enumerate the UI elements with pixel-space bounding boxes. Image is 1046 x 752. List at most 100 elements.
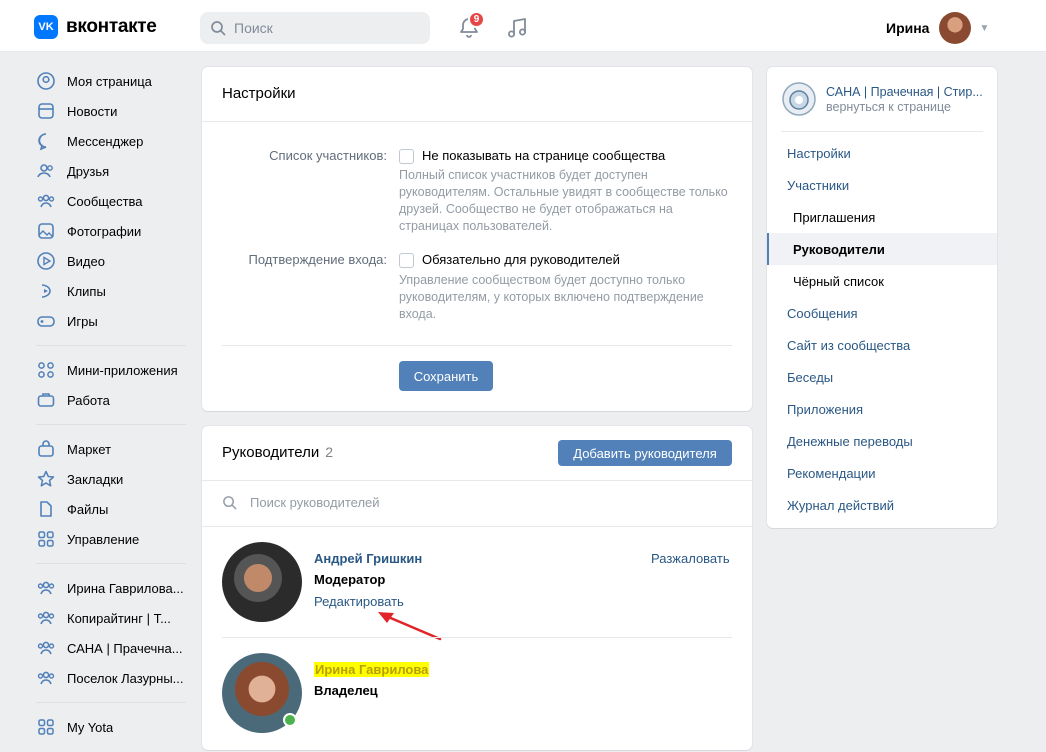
left-sidebar: Моя страница Новости Мессенджер Друзья Сообщ… (36, 66, 196, 742)
sidebar-item-label: My Yota (67, 719, 114, 735)
save-button[interactable]: Сохранить (399, 361, 493, 391)
apps-icon (36, 360, 56, 380)
header-search[interactable] (200, 12, 430, 44)
managers-count: 2 (325, 444, 333, 460)
sidebar-separator (36, 702, 186, 703)
sidebar-item-label: Моя страница (67, 73, 152, 89)
sidebar-item-label: Игры (67, 313, 98, 329)
header-search-input[interactable] (234, 20, 414, 36)
sidebar-item-label: Клипы (67, 283, 106, 299)
sidebar-separator (36, 424, 186, 425)
manager-role: Владелец (314, 683, 378, 698)
managers-header: Руководители 2 (222, 444, 333, 461)
sidebar-item-label: Закладки (67, 471, 124, 487)
vk-logo[interactable]: VK вконтакте (34, 15, 157, 39)
community-icon (36, 608, 56, 628)
community-menu-item[interactable]: Сообщения (767, 297, 997, 329)
managers-search[interactable]: Поиск руководителей (222, 495, 380, 510)
photo-icon (36, 221, 56, 241)
community-menu-item[interactable]: Денежные переводы (767, 425, 997, 457)
divider (202, 480, 752, 481)
community-logo-icon (782, 82, 816, 116)
sidebar-item[interactable]: Маркет (36, 434, 196, 464)
community-header[interactable]: САНА | Прачечная | Стир... вернуться к с… (781, 81, 984, 117)
file-icon (36, 499, 56, 519)
annotation-arrow (378, 612, 442, 641)
manager-name[interactable]: Ирина Гаврилова (314, 662, 430, 677)
sidebar-item[interactable]: Закладки (36, 464, 196, 494)
online-indicator (283, 713, 297, 727)
login-checkbox[interactable] (399, 253, 414, 268)
community-menu-item[interactable]: Журнал действий (767, 489, 997, 521)
briefcase-icon (36, 390, 56, 410)
community-menu-item[interactable]: Руководители (767, 233, 997, 265)
community-name[interactable]: САНА | Прачечная | Стир... (826, 85, 984, 99)
sidebar-item[interactable]: Видео (36, 246, 196, 276)
demote-manager-link[interactable]: Разжаловать (651, 551, 730, 566)
divider (781, 131, 983, 132)
sidebar-item[interactable]: Друзья (36, 156, 196, 186)
divider (202, 526, 752, 527)
community-menu-item[interactable]: Беседы (767, 361, 997, 393)
sidebar-item[interactable]: Ирина Гаврилова... (36, 573, 196, 603)
members-checkbox[interactable] (399, 149, 414, 164)
sidebar-item[interactable]: Сообщества (36, 186, 196, 216)
community-menu-item[interactable]: Участники (767, 169, 997, 201)
shop-icon (36, 439, 56, 459)
sidebar-item-label: Копирайтинг | Т... (67, 610, 171, 626)
top-bar: VK вконтакте 9 Ирина ▼ (0, 0, 1046, 52)
add-manager-button[interactable]: Добавить руководителя (558, 440, 732, 466)
grid-icon (36, 529, 56, 549)
sidebar-item[interactable]: Моя страница (36, 66, 196, 96)
members-hint: Полный список участников будет доступен … (399, 168, 728, 233)
message-icon (36, 131, 56, 151)
login-checkbox-label[interactable]: Обязательно для руководителей (422, 252, 620, 267)
sidebar-item-label: Друзья (67, 163, 110, 179)
sidebar-item[interactable]: Мессенджер (36, 126, 196, 156)
sidebar-item[interactable]: Работа (36, 385, 196, 415)
sidebar-item[interactable]: My Yota (36, 712, 196, 742)
community-icon (36, 638, 56, 658)
members-label: Список участников: (269, 148, 387, 163)
sidebar-item[interactable]: Игры (36, 306, 196, 336)
community-icon (36, 578, 56, 598)
sidebar-item[interactable]: САНА | Прачечна... (36, 633, 196, 663)
music-icon[interactable] (505, 16, 529, 40)
sidebar-item-label: Маркет (67, 441, 112, 457)
sidebar-item-label: Мини-приложения (67, 362, 178, 378)
community-menu-item[interactable]: Рекомендации (767, 457, 997, 489)
back-to-page-link[interactable]: вернуться к странице (826, 100, 984, 114)
sidebar-item-label: Файлы (67, 501, 109, 517)
community-menu-card: САНА | Прачечная | Стир... вернуться к с… (767, 67, 997, 528)
sidebar-item[interactable]: Поселок Лазурны... (36, 663, 196, 693)
community-menu-item[interactable]: Приглашения (767, 201, 997, 233)
sidebar-item-label: Новости (67, 103, 118, 119)
community-menu-item[interactable]: Чёрный список (767, 265, 997, 297)
search-icon (223, 496, 237, 510)
community-menu-item[interactable]: Настройки (767, 137, 997, 169)
community-menu-item[interactable]: Приложения (767, 393, 997, 425)
sidebar-item[interactable]: Мини-приложения (36, 355, 196, 385)
video-icon (36, 251, 56, 271)
sidebar-item[interactable]: Копирайтинг | Т... (36, 603, 196, 633)
sidebar-item-label: Видео (67, 253, 105, 269)
sidebar-item-label: Сообщества (67, 193, 143, 209)
sidebar-separator (36, 345, 186, 346)
sidebar-item-label: Фотографии (67, 223, 142, 239)
sidebar-item[interactable]: Фотографии (36, 216, 196, 246)
login-label: Подтверждение входа: (248, 252, 387, 267)
members-checkbox-label[interactable]: Не показывать на странице сообщества (422, 148, 665, 163)
user-menu[interactable]: Ирина ▼ (886, 12, 989, 44)
sidebar-item[interactable]: Клипы (36, 276, 196, 306)
managers-search-placeholder[interactable]: Поиск руководителей (250, 495, 380, 510)
divider (222, 637, 732, 638)
sidebar-item[interactable]: Новости (36, 96, 196, 126)
user-circle-icon (36, 71, 56, 91)
community-menu-item[interactable]: Сайт из сообщества (767, 329, 997, 361)
manager-name[interactable]: Андрей Гришкин (314, 551, 422, 566)
games-icon (36, 311, 56, 331)
manager-avatar[interactable] (222, 542, 302, 622)
sidebar-item[interactable]: Управление (36, 524, 196, 554)
sidebar-item[interactable]: Файлы (36, 494, 196, 524)
settings-card: Настройки Список участников: Не показыва… (202, 67, 752, 411)
